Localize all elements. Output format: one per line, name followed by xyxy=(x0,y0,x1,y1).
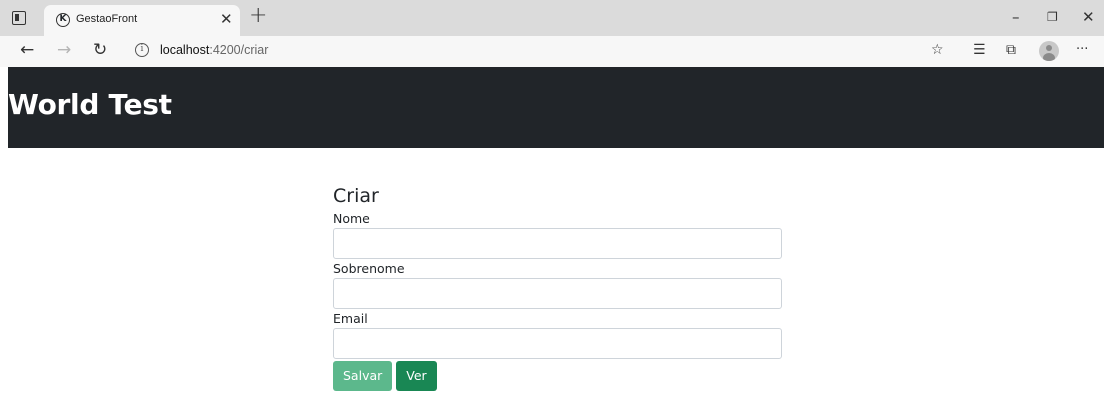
sobrenome-input[interactable] xyxy=(333,278,782,309)
app-header: World Test xyxy=(8,67,1104,148)
tab-actions-icon[interactable] xyxy=(12,11,26,25)
browser-toolbar: ← → ↻ i localhost:4200/criar ☆ ☰ ⧉ ··· xyxy=(0,36,1104,67)
window-close-icon[interactable]: ✕ xyxy=(1082,8,1095,26)
collections-icon[interactable]: ⧉ xyxy=(1006,41,1016,59)
address-bar[interactable]: i localhost:4200/criar xyxy=(122,38,922,64)
new-tab-icon[interactable]: + xyxy=(249,4,267,28)
url-path: :4200/criar xyxy=(209,43,269,57)
close-icon[interactable]: ✕ xyxy=(220,11,233,27)
brand-title[interactable]: World Test xyxy=(8,88,172,121)
tab-title: GestaoFront xyxy=(76,13,138,25)
restore-icon[interactable]: ❐ xyxy=(1047,8,1058,26)
minimize-icon[interactable]: – xyxy=(1012,8,1020,26)
browser-tab-bar: K GestaoFront ✕ + – ❐ ✕ xyxy=(0,0,1104,36)
create-form: Criar Nome Sobrenome Email Salvar Ver xyxy=(333,183,782,391)
forward-icon[interactable]: → xyxy=(57,40,71,60)
form-title: Criar xyxy=(333,185,379,207)
favorite-add-icon[interactable]: ☆ xyxy=(931,41,944,59)
url-host: localhost xyxy=(160,43,210,57)
favorites-icon[interactable]: ☰ xyxy=(973,41,986,59)
page-viewport: World Test Criar Nome Sobrenome Email Sa… xyxy=(0,67,1104,394)
refresh-icon[interactable]: ↻ xyxy=(93,40,107,60)
form-actions: Salvar Ver xyxy=(333,361,782,391)
profile-icon[interactable] xyxy=(1039,41,1059,61)
save-button[interactable]: Salvar xyxy=(333,361,393,391)
browser-tab[interactable]: K GestaoFront ✕ xyxy=(44,5,240,36)
more-icon[interactable]: ··· xyxy=(1076,41,1088,59)
view-button[interactable]: Ver xyxy=(396,361,437,391)
email-label: Email xyxy=(333,311,368,326)
info-icon[interactable]: i xyxy=(135,43,149,57)
sobrenome-label: Sobrenome xyxy=(333,261,405,276)
url-text[interactable]: localhost:4200/criar xyxy=(160,43,268,57)
nome-input[interactable] xyxy=(333,228,782,259)
nome-label: Nome xyxy=(333,211,370,226)
favicon-icon: K xyxy=(56,13,70,27)
back-icon[interactable]: ← xyxy=(20,40,34,60)
email-input[interactable] xyxy=(333,328,782,359)
